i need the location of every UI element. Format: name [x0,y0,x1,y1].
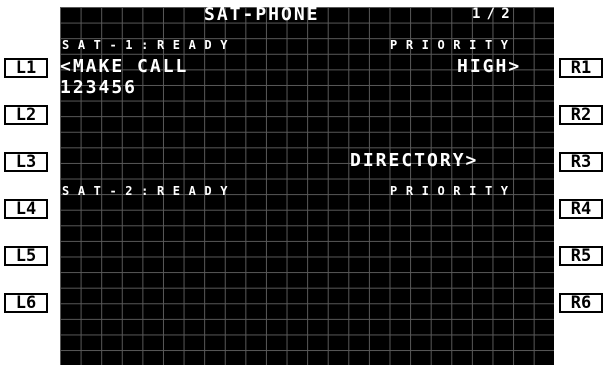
priority-value-option[interactable]: HIGH> [457,58,521,76]
lsk-l6[interactable]: L6 [4,293,48,313]
lsk-r4[interactable]: R4 [559,199,603,219]
lsk-l2[interactable]: L2 [4,105,48,125]
lsk-r3[interactable]: R3 [559,152,603,172]
phone-number: 123456 [60,77,138,98]
lsk-r2[interactable]: R2 [559,105,603,125]
sat1-number-row: 123456 [60,77,554,98]
directory-option[interactable]: DIRECTORY> [350,152,478,170]
sat2-status-label: SAT-2:READY [62,184,237,198]
lsk-r5[interactable]: R5 [559,246,603,266]
page-title: SAT-PHONE [204,4,320,25]
lsk-l3[interactable]: L3 [4,152,48,172]
lsk-l1[interactable]: L1 [4,58,48,78]
cdu-display: SAT-PHONE 1/2 SAT-1:READY PRIORITY <MAKE… [60,4,554,365]
title-row: SAT-PHONE 1/2 [60,4,554,25]
lsk-r1[interactable]: R1 [559,58,603,78]
page-number: 1/2 [472,6,516,22]
sat1-label-row: SAT-1:READY PRIORITY [60,38,554,54]
sat2-priority-label: PRIORITY [390,184,517,198]
sat2-label-row: SAT-2:READY PRIORITY [60,184,554,200]
lsk-r6[interactable]: R6 [559,293,603,313]
make-call-option[interactable]: <MAKE CALL [60,58,188,76]
sat1-data-row: <MAKE CALL HIGH> [60,58,554,76]
directory-row: DIRECTORY> [60,152,554,170]
lsk-l4[interactable]: L4 [4,199,48,219]
lsk-l5[interactable]: L5 [4,246,48,266]
sat1-priority-label: PRIORITY [390,38,517,52]
sat1-status-label: SAT-1:READY [62,38,237,52]
